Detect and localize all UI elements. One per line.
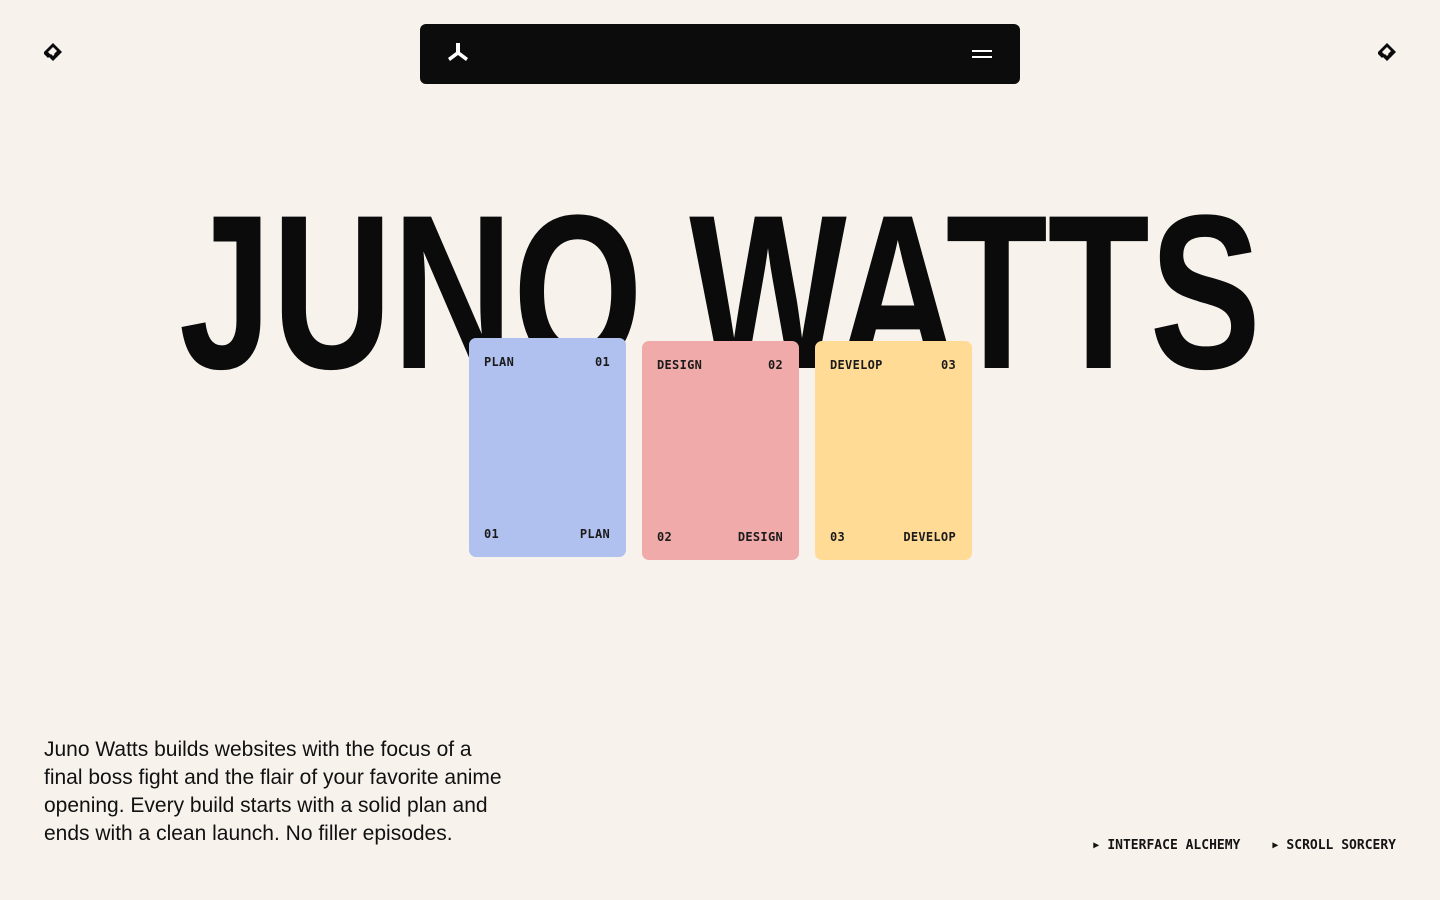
intro-blurb: Juno Watts builds websites with the focu… (44, 738, 502, 845)
card-design[interactable]: DESIGN 02 02 DESIGN (642, 341, 799, 560)
card-number: 02 (767, 358, 783, 372)
footer-link-label: SCROLL SORCERY (1286, 838, 1396, 853)
diamond-loop-icon[interactable] (42, 41, 64, 63)
card-number: 01 (594, 355, 610, 369)
footer-link-interface-alchemy[interactable]: ▶ INTERFACE ALCHEMY (1093, 838, 1240, 853)
tri-blade-logo-icon[interactable] (446, 41, 470, 65)
card-label: PLAN (484, 355, 515, 369)
footer-link-scroll-sorcery[interactable]: ▶ SCROLL SORCERY (1272, 838, 1396, 853)
card-number: 03 (940, 358, 956, 372)
footer-links: ▶ INTERFACE ALCHEMY ▶ SCROLL SORCERY (1093, 838, 1396, 853)
card-label: DESIGN (657, 358, 703, 372)
hamburger-menu-icon[interactable] (970, 44, 994, 64)
play-arrow-icon: ▶ (1093, 840, 1100, 851)
top-navbar (420, 24, 1020, 84)
diamond-loop-icon[interactable] (1376, 41, 1398, 63)
card-plan[interactable]: PLAN 01 01 PLAN (469, 338, 626, 557)
card-number: 02 (657, 530, 673, 544)
footer-link-label: INTERFACE ALCHEMY (1107, 838, 1241, 853)
card-label: DESIGN (737, 530, 783, 544)
card-number: 01 (484, 527, 500, 541)
card-label: PLAN (579, 527, 610, 541)
play-arrow-icon: ▶ (1272, 840, 1279, 851)
card-label: DEVELOP (903, 530, 956, 544)
card-develop[interactable]: DEVELOP 03 03 DEVELOP (815, 341, 972, 560)
card-label: DEVELOP (830, 358, 883, 372)
card-number: 03 (830, 530, 846, 544)
